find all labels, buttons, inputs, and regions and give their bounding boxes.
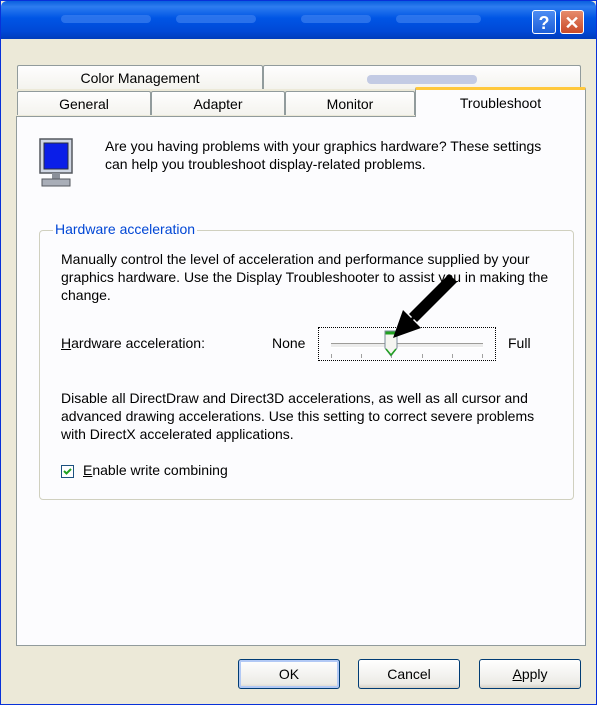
slider-max-label: Full (508, 335, 531, 351)
display-properties-dialog: ? ✕ Color Management General Adapter Mon… (0, 0, 597, 705)
tab-blurred-adapter-specific[interactable] (263, 65, 581, 89)
hardware-description: Manually control the level of accelerati… (61, 251, 549, 303)
cancel-button[interactable]: Cancel (358, 659, 460, 689)
blurred-title-fragment (301, 15, 371, 23)
apply-mnemonic: A (512, 666, 522, 682)
blurred-title-fragment (176, 15, 256, 23)
label-mnemonic: H (61, 335, 72, 351)
group-title: Hardware acceleration (53, 219, 198, 239)
annotation-arrow-icon (393, 274, 457, 338)
monitor-icon (39, 138, 73, 187)
write-combining-label[interactable]: Enable write combining (83, 462, 228, 478)
help-button[interactable]: ? (532, 10, 556, 34)
level-description: Disable all DirectDraw and Direct3D acce… (61, 390, 535, 442)
slider-tick (482, 354, 483, 358)
apply-button[interactable]: Apply (479, 659, 581, 689)
slider-tick (331, 354, 332, 358)
close-button[interactable]: ✕ (560, 10, 584, 34)
slider-tick (451, 354, 453, 358)
tab-monitor[interactable]: Monitor (285, 91, 415, 115)
blurred-title-fragment (396, 15, 481, 23)
checkmark-icon (63, 468, 72, 475)
apply-rest: pply (521, 666, 548, 682)
intro-text: Are you having problems with your graphi… (105, 138, 542, 172)
blurred-title-fragment (61, 15, 151, 23)
slider-tick (421, 354, 423, 358)
tab-troubleshoot[interactable]: Troubleshoot (415, 87, 586, 117)
hardware-acceleration-label: Hardware acceleration: (61, 335, 205, 351)
tab-adapter[interactable]: Adapter (151, 91, 285, 115)
slider-min-label: None (272, 335, 306, 351)
title-bar[interactable]: ? ✕ (1, 1, 596, 39)
blurred-tab-label (367, 74, 477, 84)
tab-general[interactable]: General (17, 91, 151, 115)
label-rest: ardware acceleration: (71, 335, 205, 351)
write-combining-checkbox[interactable] (61, 465, 74, 478)
slider-ticks (331, 354, 483, 358)
slider-tick (361, 354, 363, 358)
label-mnemonic: E (83, 462, 93, 478)
label-rest: nable write combining (92, 462, 228, 478)
troubleshoot-panel: Are you having problems with your graphi… (16, 116, 586, 646)
ok-button[interactable]: OK (238, 659, 340, 689)
tab-color-management[interactable]: Color Management (17, 65, 263, 89)
